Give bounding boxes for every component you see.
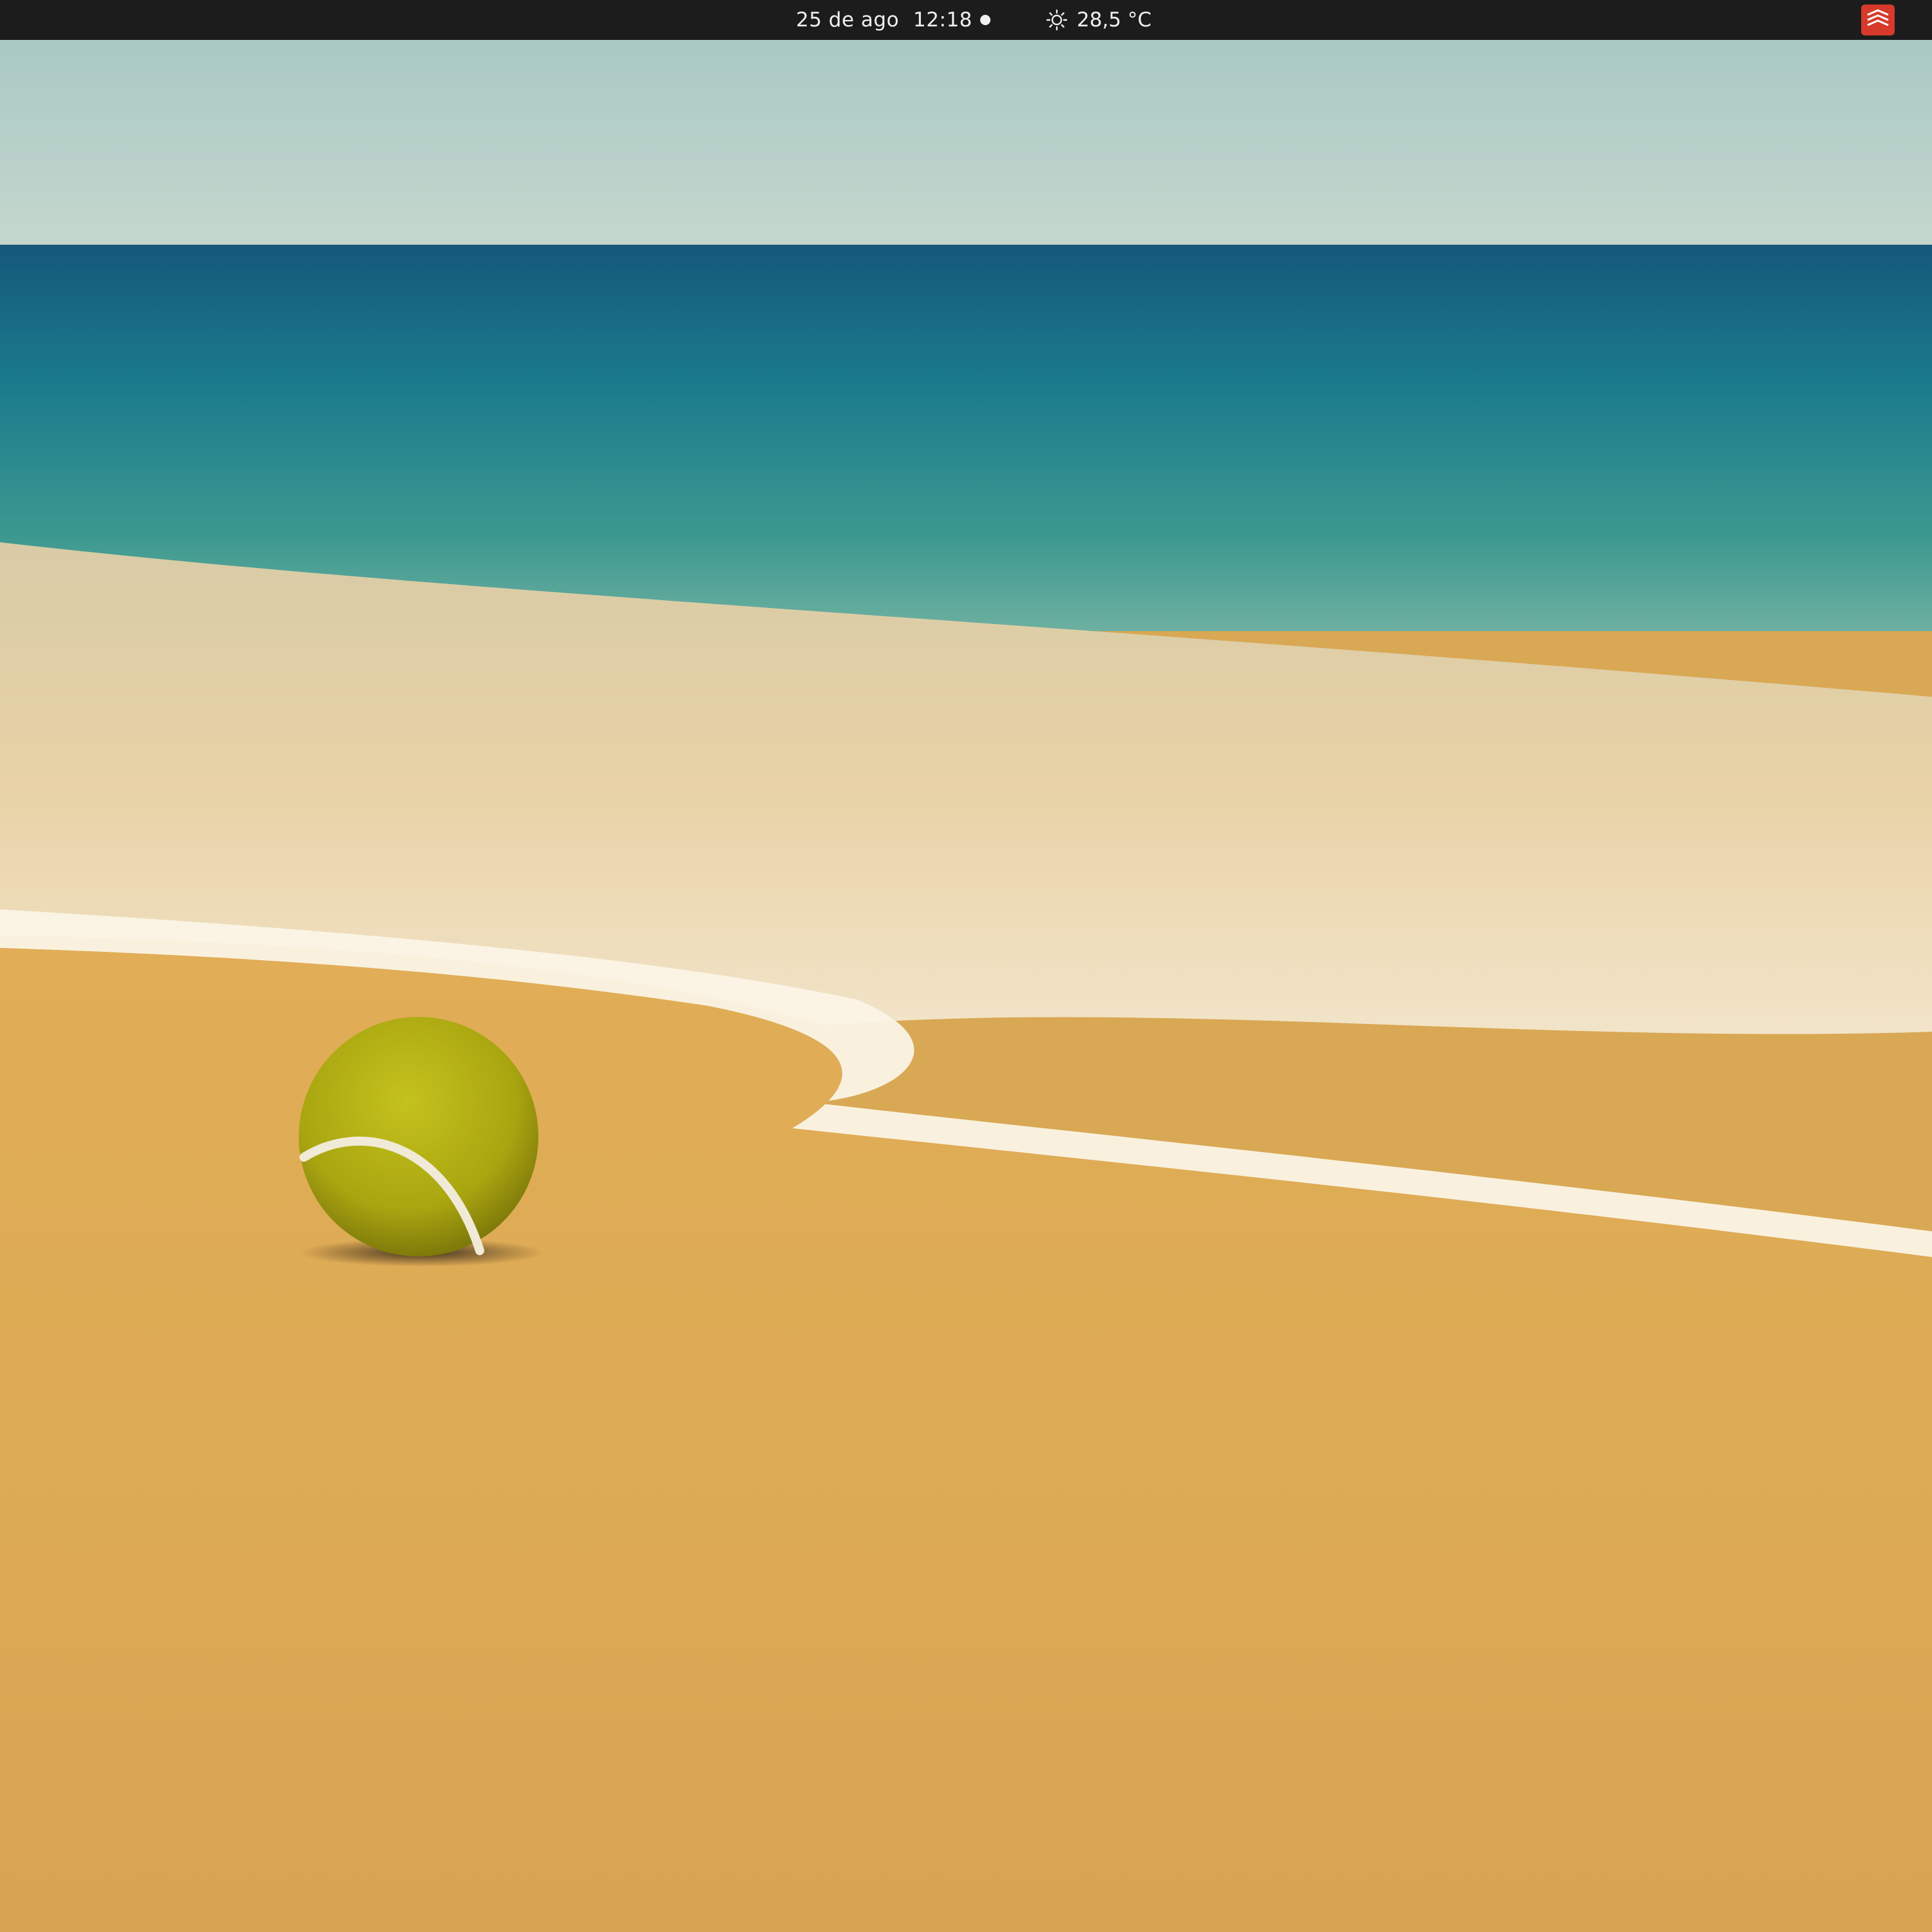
date-time-menu[interactable]: 25 de ago 12:18 bbox=[796, 0, 990, 40]
desktop: 25 de ago 12:18 28,5 °C bbox=[0, 0, 1932, 1932]
desktop-wallpaper bbox=[0, 40, 1932, 1932]
time-label: 12:18 bbox=[913, 8, 972, 32]
top-bar: 25 de ago 12:18 28,5 °C bbox=[0, 0, 1932, 40]
date-label: 25 de ago bbox=[796, 8, 900, 32]
weather-indicator[interactable]: 28,5 °C bbox=[1046, 0, 1151, 40]
weather-sunny-icon bbox=[1046, 9, 1068, 31]
todoist-icon[interactable] bbox=[1861, 5, 1895, 35]
temperature-label: 28,5 °C bbox=[1077, 8, 1152, 32]
notification-dot-icon bbox=[980, 15, 990, 25]
